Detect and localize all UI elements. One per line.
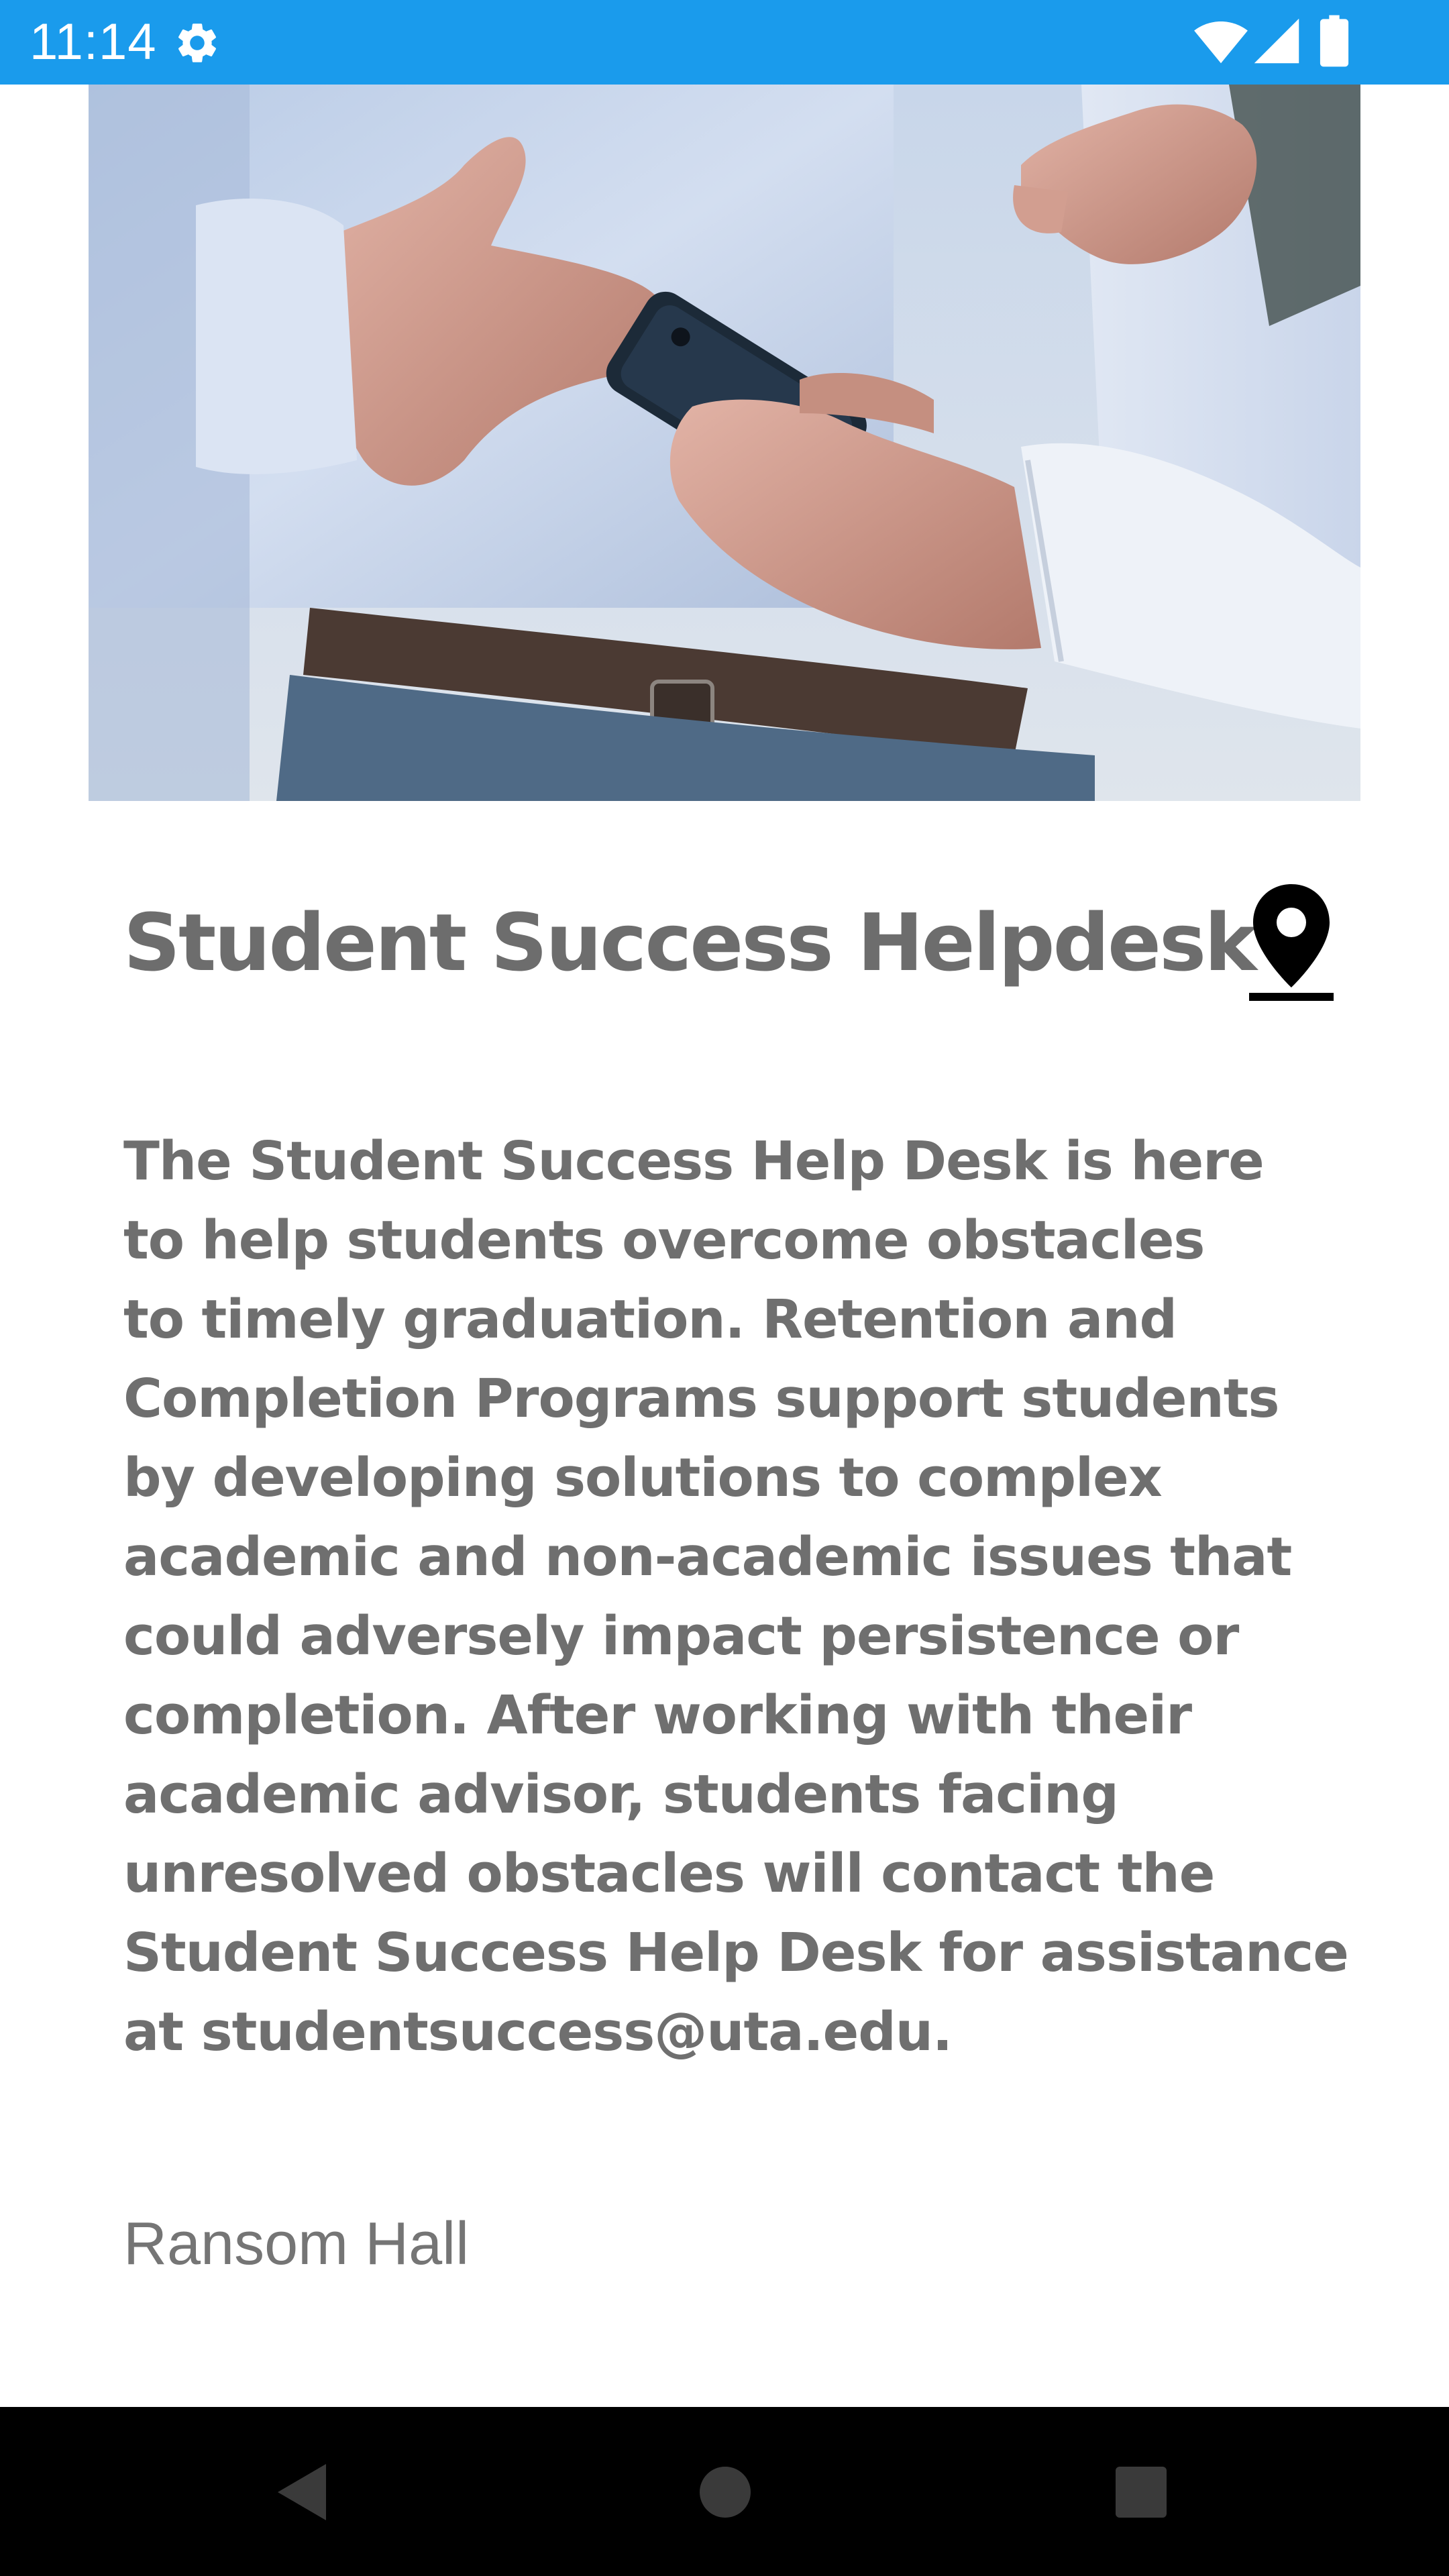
map-pin-button[interactable] [1241, 872, 1342, 1006]
status-time: 11:14 [30, 13, 157, 70]
description-line: Student Success Help Desk for assistance [123, 1922, 1349, 1984]
page-title: Student Success Helpdesk [123, 896, 1257, 989]
description-line: The Student Success Help Desk is here [123, 1130, 1265, 1192]
battery-icon [1320, 15, 1349, 67]
description-text: The Student Success Help Desk is here to… [123, 1122, 1358, 2072]
home-icon [700, 2467, 751, 2518]
location-text: Ransom Hall [123, 2210, 470, 2277]
description-line: could adversely impact persistence or [123, 1605, 1239, 1667]
navigation-bar [0, 2407, 1449, 2576]
back-button[interactable] [259, 2449, 346, 2536]
recents-button[interactable] [1097, 2449, 1185, 2536]
cell-signal-icon [1254, 18, 1299, 64]
wifi-icon [1194, 21, 1248, 64]
recents-icon [1116, 2467, 1167, 2518]
description-line: academic advisor, students facing [123, 1764, 1119, 1825]
back-icon [278, 2464, 326, 2520]
description-line: to help students overcome obstacles [123, 1210, 1205, 1271]
hero-image [89, 85, 1360, 801]
description-line: unresolved obstacles will contact the [123, 1843, 1215, 1904]
description-line: by developing solutions to complex [123, 1447, 1163, 1509]
settings-gear-icon [178, 23, 217, 62]
map-pin-icon [1249, 884, 1334, 1001]
description-line: academic and non-academic issues that [123, 1526, 1292, 1588]
home-button[interactable] [682, 2449, 769, 2536]
description-line: Completion Programs support students [123, 1368, 1279, 1430]
description-line: at studentsuccess@uta.edu. [123, 2001, 953, 2063]
app-screen: 11:14 Student Success Helpdesk The Stude… [0, 0, 1449, 2576]
status-bar: 11:14 [0, 0, 1449, 85]
description-line: to timely graduation. Retention and [123, 1289, 1177, 1350]
description-line: completion. After working with their [123, 1684, 1192, 1746]
